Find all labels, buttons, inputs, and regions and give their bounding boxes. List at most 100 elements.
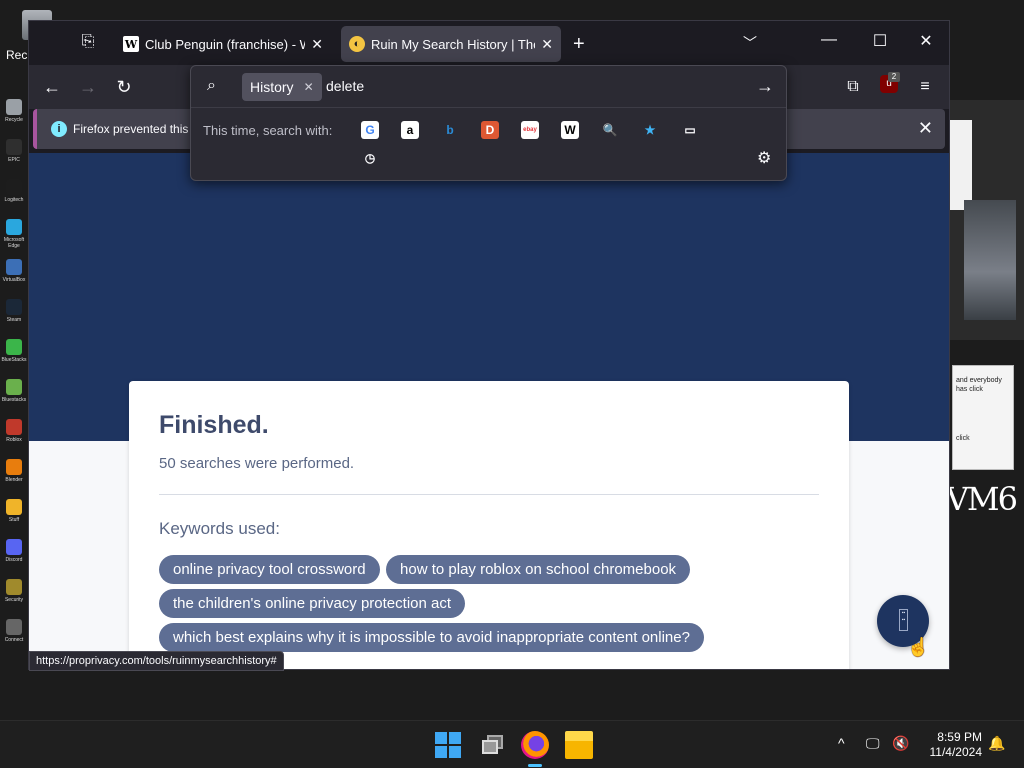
tab-title: Club Penguin (franchise) - Wiki [145,36,305,52]
search-mode-chip[interactable]: History ✕ [242,73,322,101]
ebay-engine-icon[interactable]: ebay [521,121,539,139]
desktop-app-icon [6,179,22,195]
results-card: Finished. 50 searches were performed. Ke… [129,381,849,669]
desktop-icon-label: Blender [5,477,23,483]
desktop-icon[interactable]: Security [0,575,28,615]
google-engine-icon[interactable]: G [361,121,379,139]
desktop-app-icon [6,259,22,275]
keyword-chip[interactable]: which best explains why it is impossible… [159,623,704,652]
desktop-icon-label: Steam [6,317,22,323]
desktop-app-icon [6,619,22,635]
desktop-icon[interactable]: Stuff [0,495,28,535]
windows-start-icon[interactable] [434,731,462,759]
list-all-tabs-button[interactable]: ﹀ [743,33,757,53]
desktop-app-icon [6,419,22,435]
url-input[interactable] [326,78,726,94]
urlbar-input-row: ⌕ History ✕ → [191,66,786,108]
recycle-bin-label: Rec [6,48,28,62]
search-mode-close-icon[interactable]: ✕ [304,80,314,94]
firefox-view-icon[interactable]: ⎘ [77,33,99,53]
desktop-icon-column: Recycle EPIC Logitech Microsoft Edge Virtual… [0,95,28,655]
file-explorer-icon[interactable] [565,731,593,759]
desktop-icon[interactable]: Steam [0,295,28,335]
desktop-app-icon [6,579,22,595]
volume-muted-icon[interactable]: 🔇 [892,735,909,752]
amazon-engine-icon[interactable]: a [401,121,419,139]
desktop-app-icon [6,499,22,515]
desktop-icon[interactable]: Bluestacks [0,375,28,415]
wikipedia-engine-icon[interactable]: W [561,121,579,139]
sticky-note-text-2: click [956,435,970,442]
desktop-icon-label: Roblox [6,437,22,443]
desktop-icon[interactable]: BlueStacks [0,335,28,375]
desktop-icon[interactable]: Discord [0,535,28,575]
clock-date: 11/4/2024 [929,745,983,759]
system-clock[interactable]: 8:59 PM 11/4/2024 [920,730,983,760]
notification-bell-icon[interactable]: 🔔 [988,735,1005,752]
task-view-icon[interactable] [479,731,507,759]
tray-chevron-icon[interactable]: ^ [838,735,845,751]
tab-close-icon[interactable]: ✕ [311,36,323,53]
keyword-chip-list: online privacy tool crossword how to pla… [159,555,819,657]
keyword-chip[interactable]: online privacy tool crossword [159,555,380,584]
hand-cursor-icon: ☝ [907,637,930,657]
desktop-app-icon [6,99,22,115]
desktop-icon[interactable]: Microsoft Edge [0,215,28,255]
tab-ruin-my-search-history[interactable]: ◐ Ruin My Search History | The ar ✕ [341,26,561,62]
desktop-icon[interactable]: Connect [0,615,28,655]
notification-close-icon[interactable]: ✕ [918,118,933,139]
bookmarks-engine-icon[interactable]: ★ [641,121,659,139]
go-arrow-icon[interactable]: → [756,76,774,97]
display-icon[interactable]: 🖵 [866,735,880,752]
desktop-app-icon [6,219,22,235]
desktop-icon-label: Recycle [5,117,23,123]
proprivacy-favicon-icon: ◐ [349,36,365,52]
divider [159,494,819,495]
desktop-app-icon [6,539,22,555]
desktop-app-icon [6,139,22,155]
close-button[interactable]: ✕ [914,31,938,51]
wikipedia-favicon-icon: W [123,36,139,52]
desktop-icon[interactable]: VirtualBox [0,255,28,295]
status-link-url: https://proprivacy.com/tools/ruinmysearc… [29,651,284,671]
desktop-icon[interactable]: Logitech [0,175,28,215]
firefox-taskbar-icon[interactable] [521,731,549,759]
new-tab-button[interactable]: + [573,33,585,56]
bing-engine-icon[interactable]: b [441,121,459,139]
duckduckgo-engine-icon[interactable]: D [481,121,499,139]
desktop-icon[interactable]: Recycle [0,95,28,135]
page-title: Finished. [159,411,269,439]
reload-button[interactable]: ↻ [111,75,137,99]
search-engine-icon[interactable]: 🔍 [601,121,619,139]
photo-thumbnail [964,200,1016,320]
keyword-chip[interactable]: the children's online privacy protection… [159,589,466,618]
desktop-app-icon [6,339,22,355]
keywords-heading: Keywords used: [159,519,280,538]
minimize-button[interactable]: — [817,31,841,49]
desktop-icon-label: VirtualBox [2,277,26,283]
tabs-engine-icon[interactable]: ▭ [681,121,699,139]
info-icon: i [51,121,67,137]
app-menu-hamburger-icon[interactable]: ≡ [912,75,938,99]
desktop-icon[interactable]: Blender [0,455,28,495]
extensions-puzzle-icon[interactable]: ⧉ [840,75,866,99]
active-app-indicator [528,764,542,767]
desktop-icon-label: Discord [5,557,23,563]
desktop-icon-label: Microsoft Edge [3,237,25,249]
maximize-button[interactable]: ☐ [868,31,892,51]
forward-button[interactable]: → [75,75,101,99]
tab-club-penguin[interactable]: W Club Penguin (franchise) - Wiki ✕ [115,26,331,62]
history-engine-icon[interactable]: ◷ [361,149,379,167]
desktop-icon[interactable]: Roblox [0,415,28,455]
search-mode-label: History [250,79,294,95]
keyword-chip[interactable]: how to play roblox on school chromebook [386,555,691,584]
clock-time: 8:59 PM [937,730,982,744]
search-settings-gear-icon[interactable]: ⚙ [757,148,771,168]
back-button[interactable]: ← [39,75,65,99]
search-icon: ⌕ [207,77,216,94]
desktop-icon-label: Bluestacks [1,397,27,403]
tab-close-icon[interactable]: ✕ [541,36,553,53]
ublock-count-badge: 2 [888,72,900,82]
desktop-icon-label: EPIC [8,157,20,163]
desktop-icon[interactable]: EPIC [0,135,28,175]
